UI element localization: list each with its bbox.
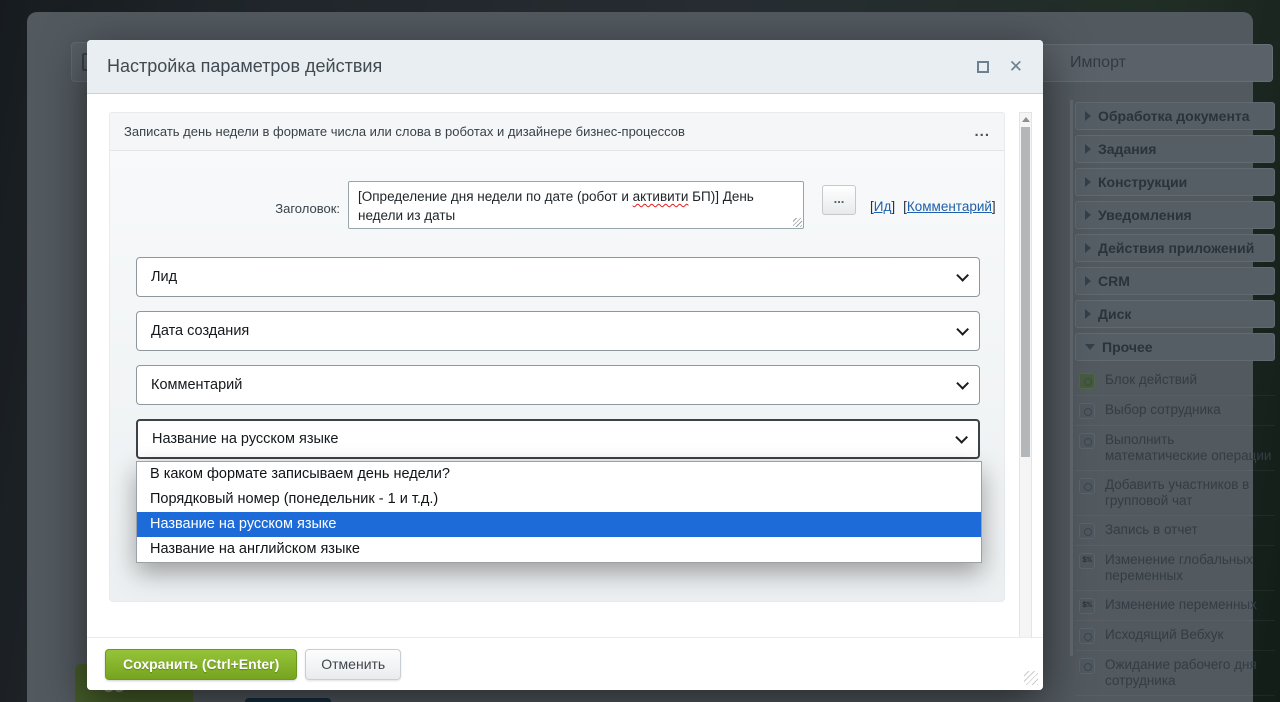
select-value: Лид xyxy=(151,269,956,285)
parameter-select-1[interactable]: Лид xyxy=(136,257,980,297)
cancel-button[interactable]: Отменить xyxy=(305,649,401,680)
chevron-down-icon xyxy=(956,377,969,390)
title-field-label: Заголовок: xyxy=(190,201,340,216)
chevron-down-icon xyxy=(956,323,969,336)
action-description: Записать день недели в формате числа или… xyxy=(124,124,974,139)
dialog-resize-grip-icon[interactable] xyxy=(1024,671,1038,685)
chevron-down-icon xyxy=(955,431,968,444)
dialog-title: Настройка параметров действия xyxy=(107,56,977,77)
dropdown-option[interactable]: В каком формате записываем день недели? xyxy=(137,462,981,487)
title-field-textarea[interactable]: [Определение дня недели по дате (робот и… xyxy=(348,181,804,229)
bracket: ] xyxy=(992,199,996,214)
bracket: ] xyxy=(891,199,895,214)
dropdown-option[interactable]: Порядковый номер (понедельник - 1 и т.д.… xyxy=(137,487,981,512)
dialog-scrollbar[interactable] xyxy=(1019,112,1032,637)
id-link[interactable]: Ид xyxy=(874,199,892,214)
action-settings-dialog: Настройка параметров действия ✕ Записать… xyxy=(87,40,1043,690)
dialog-titlebar: Настройка параметров действия ✕ xyxy=(87,40,1043,94)
title-value-misspelled: активити xyxy=(633,189,689,204)
dropdown-option[interactable]: Название на русском языке xyxy=(137,512,981,537)
parameter-select-3[interactable]: Комментарий xyxy=(136,365,980,405)
dropdown-option[interactable]: Название на английском языке xyxy=(137,537,981,562)
comment-link[interactable]: Комментарий xyxy=(907,199,992,214)
dialog-footer: Сохранить (Ctrl+Enter) Отменить xyxy=(87,637,1043,690)
save-button[interactable]: Сохранить (Ctrl+Enter) xyxy=(105,649,297,680)
parameters-form: Заголовок: [Определение дня недели по да… xyxy=(109,150,1005,602)
maximize-icon[interactable] xyxy=(977,61,989,73)
select-value: Комментарий xyxy=(151,377,956,393)
dropdown-list: В каком формате записываем день недели?П… xyxy=(136,461,982,563)
chevron-down-icon xyxy=(956,269,969,282)
scrollbar-thumb[interactable] xyxy=(1021,127,1030,457)
select-value: Название на русском языке xyxy=(152,431,955,447)
close-icon[interactable]: ✕ xyxy=(1009,58,1023,75)
title-more-button[interactable]: ... xyxy=(822,185,856,215)
textarea-resize-grip-icon[interactable] xyxy=(793,218,802,227)
select-value: Дата создания xyxy=(151,323,956,339)
title-value-part: [Определение дня недели по дате (робот и xyxy=(358,189,633,204)
scroll-up-icon[interactable] xyxy=(1020,113,1031,125)
action-description-bar: Записать день недели в формате числа или… xyxy=(109,112,1005,150)
parameter-select-4[interactable]: Название на русском языке xyxy=(136,419,980,459)
parameter-select-2[interactable]: Дата создания xyxy=(136,311,980,351)
insert-links: [Ид][Комментарий] xyxy=(870,199,996,214)
ellipsis-menu-icon[interactable]: ... xyxy=(974,123,990,140)
dialog-body: Записать день недели в формате числа или… xyxy=(87,94,1043,637)
